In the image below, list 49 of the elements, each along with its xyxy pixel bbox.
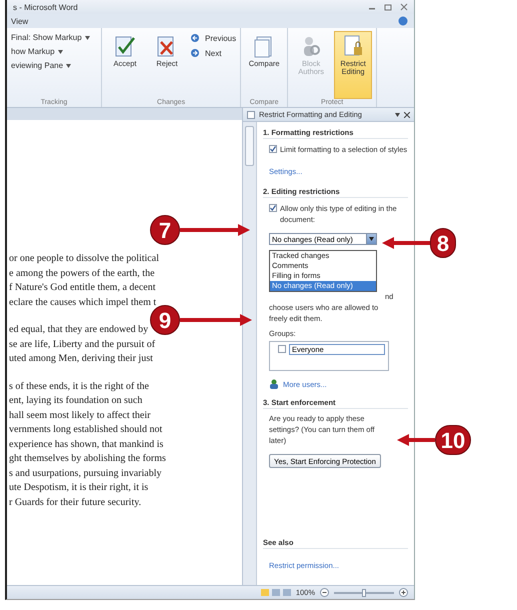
people-icon <box>269 379 279 389</box>
scrollbar[interactable] <box>243 122 257 585</box>
text-line: f Nature's God entitle them, a decent <box>9 282 156 293</box>
ribbon-tab[interactable]: View <box>11 16 28 26</box>
text-line: se are life, Liberty and the pursuit of <box>9 338 156 350</box>
dropdown-button[interactable] <box>366 234 376 244</box>
callout-arrow <box>397 433 435 447</box>
arrow-left-icon <box>190 33 202 43</box>
text-line: hall seem most likely to affect their <box>9 410 150 420</box>
callout-number: 10 <box>435 425 471 455</box>
pane-icon <box>247 110 255 118</box>
callout-arrow <box>382 236 430 250</box>
text-line: s of these ends, it is the right of the <box>9 380 149 392</box>
restore-icon <box>384 3 392 11</box>
close-icon <box>400 3 408 11</box>
checkbox[interactable] <box>278 345 286 353</box>
text-line: or one people to dissolve the political <box>9 253 159 264</box>
text-line: ght themselves by abolishing the forms <box>9 453 166 464</box>
minus-icon <box>320 588 329 597</box>
text-line: ute Despotism, it is their right, it is <box>9 482 148 493</box>
plus-icon <box>399 588 408 597</box>
help-icon <box>398 16 408 26</box>
callout-arrow <box>180 223 250 237</box>
ribbon-button[interactable]: Previous <box>190 33 236 43</box>
text-line: vernments long established should not <box>9 424 162 435</box>
menu-button[interactable]: eviewing Pane <box>11 61 90 70</box>
menu-button[interactable]: how Markup <box>11 47 90 56</box>
text-line: s and usurpations, pursuing invariably <box>9 468 162 478</box>
slider-thumb[interactable] <box>362 588 366 596</box>
caret-icon <box>369 237 374 241</box>
document-check-icon <box>113 34 137 58</box>
callout-arrow <box>180 313 252 327</box>
text-line: uted among Men, deriving their just <box>9 353 153 364</box>
view-buttons-icon <box>260 588 291 597</box>
caret-icon <box>395 112 400 116</box>
arrow-right-icon <box>190 48 202 58</box>
close-icon <box>404 112 410 118</box>
checkbox[interactable] <box>269 145 277 153</box>
text-line: ed equal, that they are endowed by <box>9 324 148 335</box>
text-line: r Guards for their future security. <box>9 496 142 508</box>
window-title: s - Microsoft Word <box>13 2 78 12</box>
callout-number: 8 <box>430 228 456 258</box>
text-line: eclare the causes which impel them t <box>9 296 156 308</box>
text-line: e among the powers of the earth, the <box>9 268 155 278</box>
menu-button[interactable]: Final: Show Markup <box>11 33 90 42</box>
checkbox[interactable] <box>269 204 277 212</box>
ribbon-button[interactable]: Next <box>190 48 236 58</box>
text-line: experience has shown, that mankind is <box>9 438 164 450</box>
text-line: ent, laying its foundation on such <box>9 395 142 406</box>
